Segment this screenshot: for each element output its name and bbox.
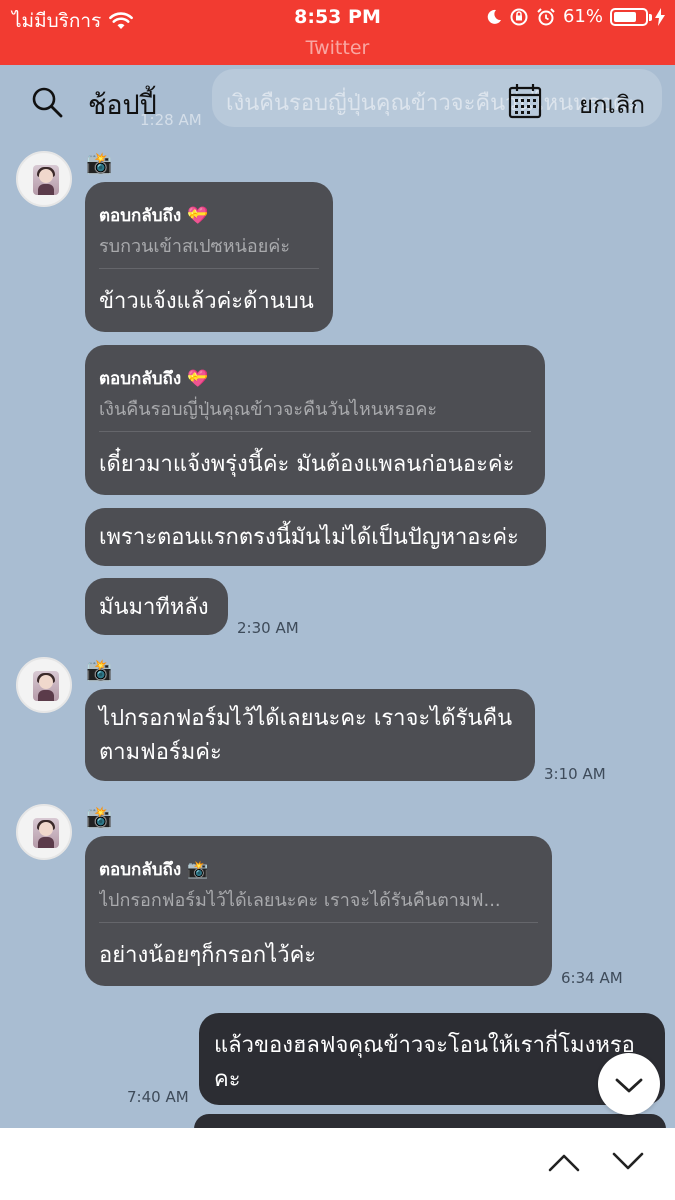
reply-label: ตอบกลับถึง 📸 [99, 860, 209, 880]
message-time: 3:10 AM [544, 765, 606, 783]
reply-divider [99, 431, 531, 432]
scroll-to-bottom-button[interactable] [598, 1053, 660, 1115]
cancel-button[interactable]: ยกเลิก [579, 85, 645, 124]
message-text-line: ตามฟอร์มค่ะ [99, 740, 222, 765]
faded-message-text: เงินคืนรอบญี่ปุ่นคุณข้าวจะคืนวันไหนหรอคะ [226, 91, 640, 116]
sender-name: 📸 [86, 805, 113, 829]
reply-preview: เงินคืนรอบญี่ปุ่นคุณข้าวจะคืนวันไหนหรอคะ [99, 399, 438, 420]
message-text: เดี๋ยวมาแจ้งพรุ่งนี้ค่ะ มันต้องแพลนก่อนอ… [99, 452, 515, 477]
alarm-icon [537, 7, 555, 25]
message-bubble[interactable]: ไปกรอกฟอร์มไว้ได้เลยนะคะ เราจะได้รันคืน … [85, 689, 535, 781]
message-text: อย่างน้อยๆก็กรอกไว้ค่ะ [99, 943, 317, 968]
message-text-line: คะ [214, 1067, 241, 1092]
chevron-down-icon [615, 1078, 643, 1093]
back-to-app-link[interactable]: Twitter [0, 37, 675, 59]
avatar[interactable] [16, 657, 72, 713]
message-text-line: ไปกรอกฟอร์มไว้ได้เลยนะคะ เราจะได้รันคืน [99, 706, 513, 731]
previous-result-button[interactable] [548, 1152, 580, 1172]
reply-divider [99, 268, 319, 269]
message-text: มันมาทีหลัง [99, 595, 209, 620]
rotation-lock-icon [510, 8, 528, 25]
message-time: 7:40 AM [127, 1088, 189, 1106]
status-bar: ไม่มีบริการ 8:53 PM Twitter 61% [0, 0, 675, 65]
next-result-button[interactable] [612, 1152, 644, 1172]
battery-icon [610, 7, 652, 26]
reply-preview: รบกวนเข้าสเปซหน่อยค่ะ [99, 236, 290, 257]
avatar[interactable] [16, 151, 72, 207]
message-time: 2:30 AM [237, 619, 299, 637]
message-time: 6:34 AM [561, 969, 623, 987]
search-navigation-bar [0, 1128, 675, 1200]
search-icon[interactable] [30, 85, 64, 119]
avatar[interactable] [16, 804, 72, 860]
charging-icon [655, 7, 665, 26]
moon-icon [487, 9, 501, 24]
reply-label: ตอบกลับถึง 💝 [99, 206, 209, 226]
reply-label: ตอบกลับถึง 💝 [99, 369, 209, 389]
reply-preview: ไปกรอกฟอร์มไว้ได้เลยนะคะ เราจะได้รันคืนต… [99, 890, 501, 911]
sender-name: 📸 [86, 151, 113, 175]
message-bubble[interactable]: ตอบกลับถึง 💝 เงินคืนรอบญี่ปุ่นคุณข้าวจะค… [85, 345, 545, 495]
search-query[interactable]: ช้อปปี้ [88, 83, 157, 126]
message-bubble[interactable]: ตอบกลับถึง 💝 รบกวนเข้าสเปซหน่อยค่ะ ข้าวแ… [85, 182, 333, 332]
search-header: เงินคืนรอบญี่ปุ่นคุณข้าวจะคืนวันไหนหรอคะ… [0, 65, 675, 140]
message-bubble[interactable]: ตอบกลับถึง 📸 ไปกรอกฟอร์มไว้ได้เลยนะคะ เร… [85, 836, 552, 986]
message-text: เพราะตอนแรกตรงนี้มันไม่ได้เป็นปัญหาอะค่ะ [99, 525, 519, 550]
message-text: ข้าวแจ้งแล้วค่ะด้านบน [99, 289, 314, 314]
outgoing-message-bubble[interactable]: แล้วของฮลฟจคุณข้าวจะโอนให้เรากี่โมงหรอ ค… [199, 1013, 665, 1105]
sender-name: 📸 [86, 658, 113, 682]
message-bubble[interactable]: เพราะตอนแรกตรงนี้มันไม่ได้เป็นปัญหาอะค่ะ [85, 508, 546, 566]
message-text-line: แล้วของฮลฟจคุณข้าวจะโอนให้เรากี่โมงหรอ [214, 1033, 635, 1058]
reply-divider [99, 922, 538, 923]
calendar-icon[interactable] [508, 83, 542, 119]
battery-percent: 61% [562, 6, 603, 27]
message-bubble[interactable]: มันมาทีหลัง [85, 578, 228, 635]
